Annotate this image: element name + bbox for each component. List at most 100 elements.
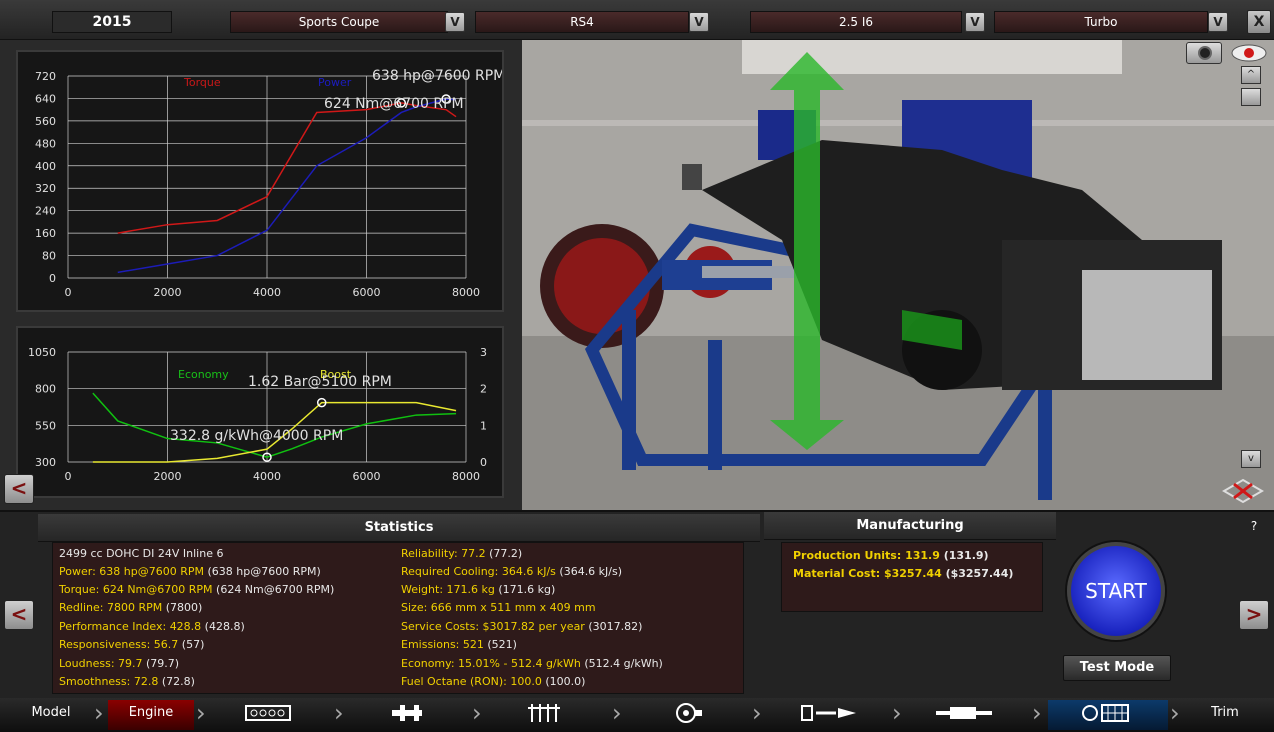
tab-test[interactable] (1048, 700, 1168, 730)
y-tick-label: 560 (35, 115, 56, 128)
engine-3d-viewport[interactable] (522, 40, 1274, 510)
tab-aspiration[interactable] (660, 700, 716, 730)
economy-boost-graph: 1050 800 550 300 3 2 1 0 0 2000 4000 6000 8000 Econo… (16, 326, 504, 498)
x-tick-label: 6000 (353, 286, 381, 299)
x-tick-label: 0 (65, 470, 72, 483)
turbo-icon (676, 703, 702, 723)
tab-exhaust[interactable] (930, 700, 1000, 730)
tab-model[interactable]: Model (10, 700, 92, 730)
graph-panel: 720 640 560 480 400 320 240 160 80 0 0 2000 4000 6000… (0, 40, 522, 510)
stat-line: Required Cooling: 364.6 kJ/s (364.6 kJ/s… (401, 565, 623, 578)
engine-scene (522, 40, 1274, 510)
close-button[interactable]: X (1247, 10, 1271, 34)
aspiration-select[interactable]: Turbo (994, 11, 1208, 33)
x-tick-label: 6000 (353, 470, 381, 483)
power-torque-graph: 720 640 560 480 400 320 240 160 80 0 0 2000 4000 6000… (16, 50, 504, 312)
x-tick-label: 2000 (154, 286, 182, 299)
tab-fuel[interactable] (794, 700, 864, 730)
test-bench-icon (1082, 704, 1129, 722)
tab-trim[interactable]: Trim (1186, 700, 1264, 730)
chevron-right-icon: › (94, 699, 104, 727)
aspiration-dropdown-button[interactable]: V (1208, 12, 1228, 32)
y-tick-label: 300 (35, 456, 56, 469)
stat-line: Emissions: 521 (521) (401, 638, 517, 651)
production-units: Production Units: 131.9 (131.9) (793, 549, 989, 562)
economy-boost-chart: 1050 800 550 300 3 2 1 0 0 2000 4000 6000 8000 Econo… (28, 346, 487, 483)
model-select[interactable]: RS4 (475, 11, 689, 33)
eye-icon[interactable] (1230, 42, 1268, 64)
tab-engine[interactable]: Engine (108, 700, 194, 730)
y-tick-label: 1050 (28, 346, 56, 359)
chevron-right-icon: › (334, 699, 344, 727)
x-tick-label: 2000 (154, 470, 182, 483)
stat-line: Fuel Octane (RON): 100.0 (100.0) (401, 675, 586, 688)
model-dropdown-button[interactable]: V (689, 12, 709, 32)
economy-label: Economy (178, 368, 229, 381)
fuel-system-icon (801, 705, 856, 721)
stat-line: Size: 666 mm x 511 mm x 409 mm (401, 601, 596, 614)
chevron-right-icon: › (1170, 699, 1180, 727)
series-line-torque (117, 102, 457, 234)
series-line-power (117, 98, 457, 274)
y-tick-label: 640 (35, 92, 56, 105)
best-economy-label: 332.8 g/kWh@4000 RPM (170, 428, 343, 444)
x-tick-label: 8000 (452, 286, 480, 299)
chevron-right-icon: › (612, 699, 622, 727)
peak-power-label: 638 hp@7600 RPM (372, 68, 502, 84)
frame-leg (622, 310, 636, 470)
stat-line: Weight: 171.6 kg (171.6 kg) (401, 583, 556, 596)
stat-line: 2499 cc DOHC DI 24V Inline 6 (59, 547, 224, 560)
x-tick-label: 8000 (452, 470, 480, 483)
viewport-scrollbar[interactable]: ^ v (1240, 66, 1262, 468)
stats-next-button[interactable]: > (1239, 600, 1269, 630)
power-label: Power (318, 76, 352, 89)
tab-bottom-end[interactable] (380, 700, 436, 730)
camera-icon[interactable] (1186, 42, 1222, 64)
peak-boost-label: 1.62 Bar@5100 RPM (248, 374, 392, 390)
year-display: 2015 (52, 11, 172, 33)
start-button[interactable]: START (1067, 542, 1165, 640)
graph-prev-button[interactable]: < (4, 474, 34, 504)
x-tick-label: 0 (65, 286, 72, 299)
y2-tick-label: 1 (480, 419, 487, 432)
engine-family-dropdown-button[interactable]: V (965, 12, 985, 32)
stat-line: Smoothness: 72.8 (72.8) (59, 675, 195, 688)
stats-prev-button[interactable]: < (4, 600, 34, 630)
x-tick-label: 4000 (253, 286, 281, 299)
stat-line: Economy: 15.01% - 512.4 g/kWh (512.4 g/k… (401, 657, 663, 670)
help-button[interactable]: ? (1240, 516, 1268, 536)
y-tick-label: 550 (35, 419, 56, 432)
material-cost: Material Cost: $3257.44 ($3257.44) (793, 567, 1014, 580)
crankshaft-icon (392, 705, 422, 721)
stat-line: Redline: 7800 RPM (7800) (59, 601, 203, 614)
engine-family-select[interactable]: 2.5 I6 (750, 11, 962, 33)
intercooler-core (1082, 270, 1212, 380)
y-tick-label: 320 (35, 182, 56, 195)
top-bar: 2015 Sports Coupe V RS4 V 2.5 I6 V Turbo… (0, 0, 1274, 40)
scroll-thumb[interactable] (1241, 88, 1261, 106)
scroll-down-button[interactable]: v (1241, 450, 1261, 468)
y-tick-label: 800 (35, 383, 56, 396)
tab-block[interactable] (236, 700, 300, 730)
stat-line: Loudness: 79.7 (79.7) (59, 657, 180, 670)
chevron-right-icon: › (472, 699, 482, 727)
y2-tick-label: 2 (480, 383, 487, 396)
manufacturing-header: Manufacturing (764, 512, 1056, 540)
design-tabs: Model › Engine › › › › › › › › Trim (0, 698, 1274, 732)
reset-view-icon[interactable] (1222, 478, 1264, 504)
engine-block-icon (245, 705, 291, 721)
chevron-right-icon: › (892, 699, 902, 727)
body-style-dropdown-button[interactable]: V (445, 12, 465, 32)
y-tick-label: 80 (42, 250, 56, 263)
body-style-select[interactable]: Sports Coupe (230, 11, 448, 33)
app-window: 2015 Sports Coupe V RS4 V 2.5 I6 V Turbo… (0, 0, 1274, 732)
scroll-up-button[interactable]: ^ (1241, 66, 1261, 84)
chevron-right-icon: › (196, 699, 206, 727)
manufacturing-box: Production Units: 131.9 (131.9) Material… (781, 542, 1043, 612)
y-tick-label: 240 (35, 205, 56, 218)
tab-top-end[interactable] (516, 700, 572, 730)
stat-line: Service Costs: $3017.82 per year (3017.8… (401, 620, 643, 633)
test-mode-button[interactable]: Test Mode (1063, 655, 1171, 681)
stat-line: Power: 638 hp@7600 RPM (638 hp@7600 RPM) (59, 565, 321, 578)
torque-label: Torque (183, 76, 221, 89)
